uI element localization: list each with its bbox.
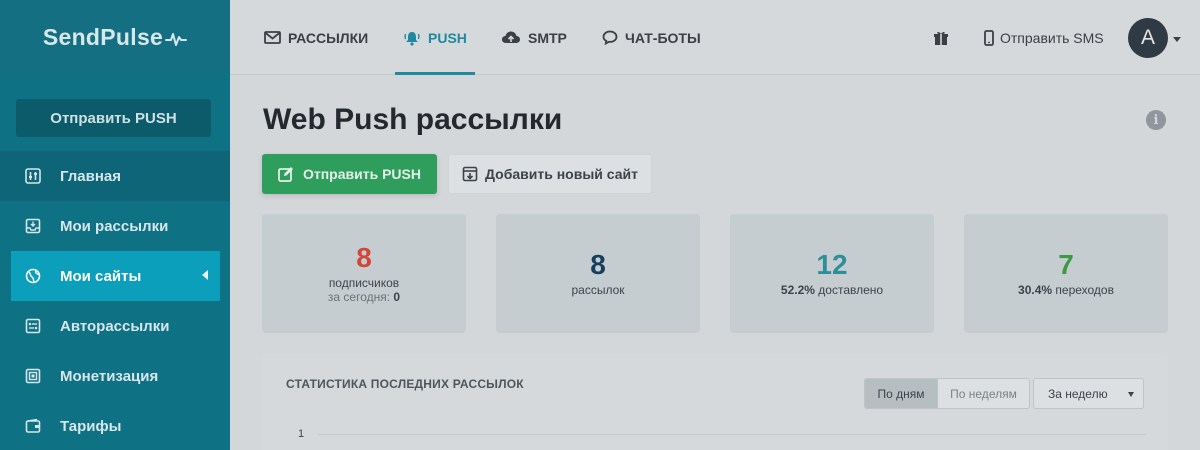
stat-percent: 52.2%: [780, 283, 815, 297]
period-toggle: По дням По неделям: [864, 378, 1030, 409]
stat-card-subscribers: 8 подписчиков за сегодня: 0: [262, 214, 466, 333]
stat-label: доставлено: [818, 283, 884, 297]
period-select-value: За неделю: [1048, 386, 1108, 401]
stat-sub: за сегодня: 0: [328, 290, 400, 304]
sidebar-item-label: Монетизация: [60, 367, 159, 385]
gift-icon: [934, 31, 948, 45]
send-sms-button[interactable]: Отправить SMS: [984, 0, 1104, 75]
period-select[interactable]: За неделю: [1033, 378, 1144, 409]
edit-icon: [278, 167, 293, 182]
sidebar-item-my-campaigns[interactable]: Мои рассылки: [0, 201, 230, 251]
sidebar-item-monetization[interactable]: Монетизация: [0, 351, 230, 401]
tab-label: PUSH: [428, 29, 467, 46]
inbox-icon: [24, 217, 42, 235]
add-site-label: Добавить новый сайт: [485, 166, 638, 182]
toggle-by-weeks[interactable]: По неделям: [937, 379, 1029, 408]
y-axis-tick: 1: [298, 428, 305, 440]
campaign-stats-panel: СТАТИСТИКА ПОСЛЕДНИХ РАССЫЛОК По дням По…: [262, 354, 1168, 450]
stat-sub-label: за сегодня:: [327, 290, 391, 304]
stat-value: 7: [1058, 249, 1074, 280]
chevron-down-icon[interactable]: [1173, 37, 1181, 42]
stat-label-row: 30.4% переходов: [1018, 283, 1114, 297]
globe-icon: [24, 267, 42, 285]
stat-card-delivered: 12 52.2% доставлено: [730, 214, 934, 333]
tab-chatbots[interactable]: ЧАТ-БОТЫ: [602, 0, 701, 75]
stat-value: 12: [816, 249, 848, 280]
sidebar-item-label: Мои рассылки: [60, 217, 169, 235]
add-site-icon: [462, 166, 478, 182]
tab-smtp[interactable]: SMTP: [501, 0, 567, 75]
page-title: Web Push рассылки: [263, 103, 563, 136]
stat-sub-value: 0: [393, 290, 401, 304]
add-site-button[interactable]: Добавить новый сайт: [448, 154, 652, 194]
send-push-button[interactable]: Отправить PUSH: [262, 154, 437, 194]
send-sms-label: Отправить SMS: [1000, 29, 1104, 46]
stat-value: 8: [590, 249, 606, 280]
stat-label-row: 52.2% доставлено: [781, 283, 883, 297]
phone-icon: [984, 29, 994, 46]
envelope-icon: [264, 31, 281, 44]
chart-gridline: [318, 434, 1146, 435]
monetization-icon: [24, 367, 42, 385]
bell-icon: [404, 31, 420, 46]
top-navigation: РАССЫЛКИ PUSH SMTP ЧАТ-БОТЫ Отправить SM…: [230, 0, 1200, 75]
stat-card-clicks: 7 30.4% переходов: [964, 214, 1168, 333]
pulse-icon: [165, 32, 188, 46]
sidebar-item-my-sites[interactable]: Мои сайты: [11, 251, 220, 301]
stat-label: подписчиков: [328, 276, 400, 290]
avatar-letter: A: [1140, 26, 1155, 49]
stat-percent: 30.4%: [1018, 283, 1053, 297]
main-content: Web Push рассылки i Отправить PUSH Добав…: [230, 76, 1200, 450]
active-caret-icon: [202, 270, 208, 280]
sidebar-item-label: Тарифы: [60, 417, 122, 435]
stat-card-campaigns: 8 рассылок: [496, 214, 700, 333]
stat-label: переходов: [1055, 283, 1114, 297]
stat-value: 8: [356, 242, 372, 273]
send-push-label: Отправить PUSH: [302, 166, 421, 182]
gift-button[interactable]: [933, 0, 949, 75]
sliders-icon: [24, 167, 42, 185]
avatar[interactable]: A: [1128, 18, 1168, 58]
brand-logo[interactable]: SendPulse: [42, 24, 188, 51]
logo-area: SendPulse: [0, 0, 230, 75]
tab-label: SMTP: [528, 29, 567, 46]
sidebar-item-label: Мои сайты: [60, 267, 142, 285]
sidebar: SendPulse Отправить PUSH Главная Мои рас…: [0, 0, 230, 450]
wallet-icon: [24, 417, 42, 435]
brand-name: SendPulse: [42, 24, 164, 50]
sidebar-send-push-button[interactable]: Отправить PUSH: [16, 99, 211, 137]
toggle-by-days[interactable]: По дням: [865, 379, 937, 408]
sidebar-item-label: Авторассылки: [60, 317, 170, 335]
sidebar-menu: Главная Мои рассылки Мои сайты Авторассы…: [0, 151, 230, 450]
sidebar-item-home[interactable]: Главная: [0, 151, 230, 201]
cloud-upload-icon: [502, 31, 520, 43]
sidebar-item-label: Главная: [60, 167, 122, 185]
tab-push[interactable]: PUSH: [395, 0, 475, 75]
stat-label: рассылок: [571, 283, 625, 297]
panel-title: СТАТИСТИКА ПОСЛЕДНИХ РАССЫЛОК: [286, 377, 524, 391]
chat-icon: [602, 30, 618, 45]
tab-label: РАССЫЛКИ: [288, 29, 369, 46]
sidebar-item-pricing[interactable]: Тарифы: [0, 401, 230, 450]
tab-campaigns[interactable]: РАССЫЛКИ: [264, 0, 368, 75]
automation-icon: [24, 317, 42, 335]
sidebar-item-automation[interactable]: Авторассылки: [0, 301, 230, 351]
info-icon[interactable]: i: [1146, 110, 1166, 130]
tab-label: ЧАТ-БОТЫ: [625, 29, 701, 46]
